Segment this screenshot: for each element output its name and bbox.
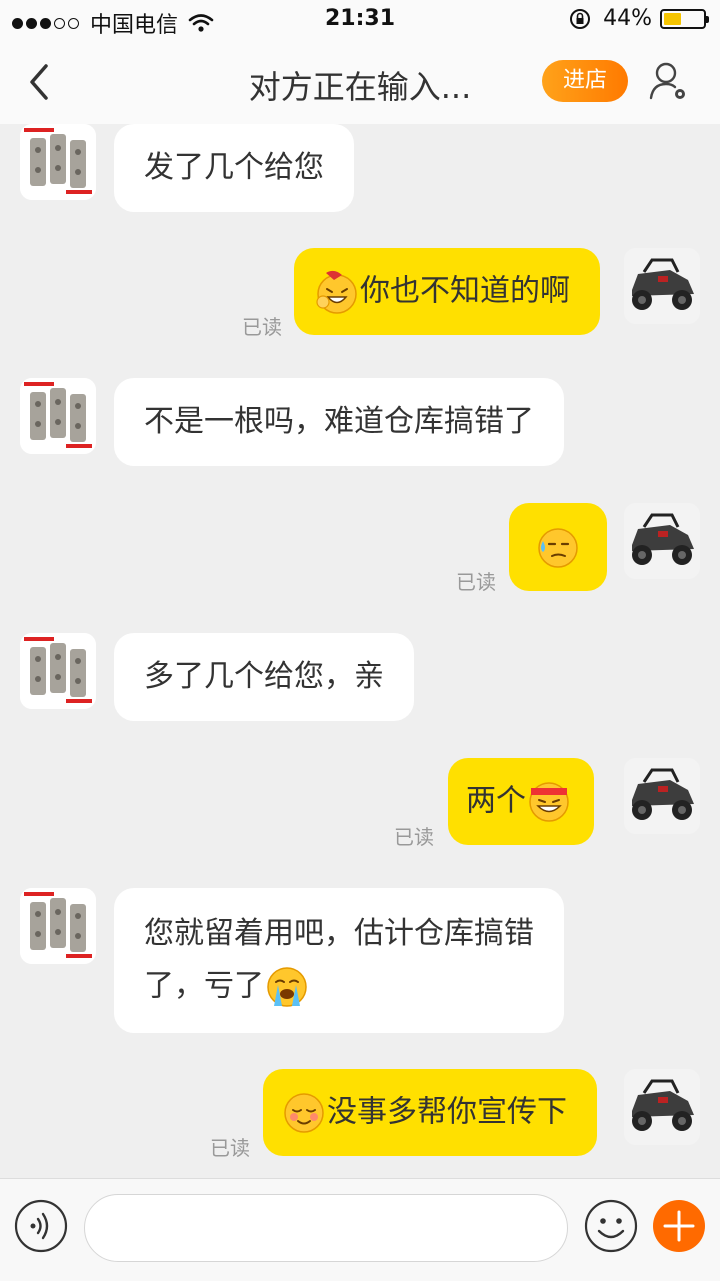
blush-smile-emoji-icon xyxy=(284,1092,324,1133)
plus-icon[interactable] xyxy=(652,1199,706,1253)
read-receipt: 已读 xyxy=(242,315,282,339)
my-avatar-image xyxy=(624,503,700,579)
shop-avatar-image xyxy=(20,378,96,454)
message-input[interactable] xyxy=(84,1194,568,1262)
user-settings-icon[interactable] xyxy=(648,60,690,104)
shop-avatar-image xyxy=(20,633,96,709)
shop-avatar[interactable] xyxy=(20,124,96,200)
my-avatar[interactable] xyxy=(624,248,700,324)
chat-header: 对方正在输入... 进店 xyxy=(0,40,720,124)
message-text: 不是一根吗，难道仓库搞错了 xyxy=(144,404,534,439)
cover-mouth-laugh-emoji-icon xyxy=(316,270,357,314)
shop-avatar[interactable] xyxy=(20,633,96,709)
shop-avatar-image xyxy=(20,888,96,964)
battery-icon xyxy=(660,8,709,29)
input-bar xyxy=(0,1178,720,1281)
my-avatar[interactable] xyxy=(624,503,700,579)
battery-percent: 44% xyxy=(603,6,652,31)
read-receipt: 已读 xyxy=(394,825,434,849)
incoming-message[interactable]: 多了几个给您，亲 xyxy=(114,633,414,721)
my-avatar[interactable] xyxy=(624,758,700,834)
read-receipt: 已读 xyxy=(456,570,496,594)
shop-avatar-image xyxy=(20,124,96,200)
status-bar: 中国电信 21:31 44% xyxy=(0,0,720,40)
my-avatar-image xyxy=(624,758,700,834)
enter-shop-button[interactable]: 进店 xyxy=(542,60,628,102)
voice-icon[interactable] xyxy=(14,1199,68,1253)
outgoing-message[interactable] xyxy=(509,503,607,591)
outgoing-message[interactable]: 两个 xyxy=(448,758,594,845)
my-avatar-image xyxy=(624,1069,700,1145)
emoji-icon[interactable] xyxy=(584,1199,638,1253)
read-receipt: 已读 xyxy=(210,1136,250,1160)
my-avatar[interactable] xyxy=(624,1069,700,1145)
rotation-lock-icon xyxy=(570,8,591,29)
incoming-message[interactable]: 不是一根吗，难道仓库搞错了 xyxy=(114,378,564,466)
message-text: 多了几个给您，亲 xyxy=(144,659,384,694)
message-text: 没事多帮你宣传下 xyxy=(327,1094,567,1130)
grin-headband-emoji-icon xyxy=(529,781,569,822)
shop-avatar[interactable] xyxy=(20,888,96,964)
shop-avatar[interactable] xyxy=(20,378,96,454)
sweat-emoji-icon xyxy=(538,527,578,568)
outgoing-message[interactable]: 你也不知道的啊 xyxy=(294,248,600,335)
message-text: 了，亏了 xyxy=(144,968,264,1004)
battery-area: 44% xyxy=(569,6,709,31)
crying-emoji-icon xyxy=(267,966,307,1007)
message-text-line: 了，亏了 xyxy=(144,960,534,1013)
incoming-message[interactable]: 您就留着用吧，估计仓库搞错 了，亏了 xyxy=(114,888,564,1033)
message-list[interactable]: 发了几个给您 已读 你也不知道的啊 不是一根吗，难道仓库搞错了 已读 多了几个给… xyxy=(0,124,720,1178)
message-text: 发了几个给您 xyxy=(144,150,324,185)
my-avatar-image xyxy=(624,248,700,324)
outgoing-message[interactable]: 没事多帮你宣传下 xyxy=(263,1069,597,1156)
message-text-line: 您就留着用吧，估计仓库搞错 xyxy=(144,916,534,951)
message-text: 两个 xyxy=(466,783,526,819)
incoming-message[interactable]: 发了几个给您 xyxy=(114,124,354,212)
message-text: 你也不知道的啊 xyxy=(360,273,570,309)
